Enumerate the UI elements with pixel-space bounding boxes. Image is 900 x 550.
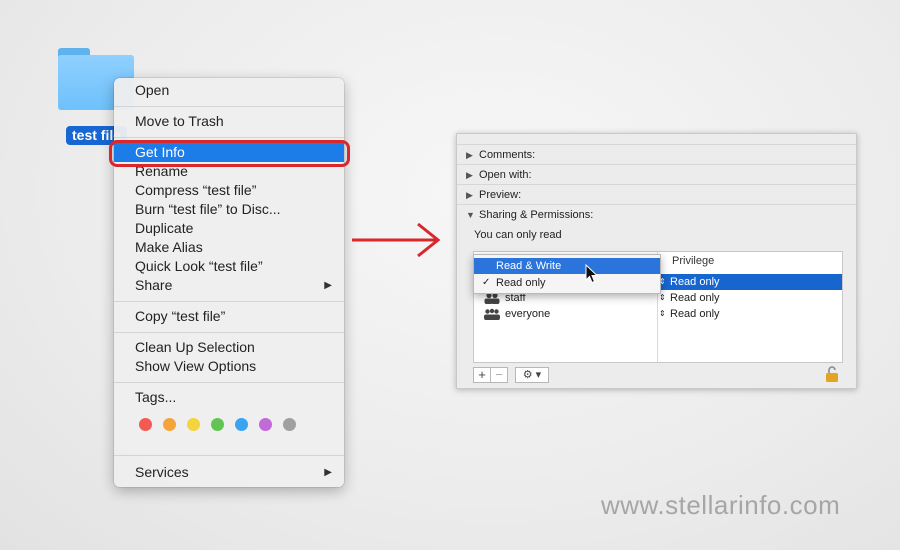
action-gear-button[interactable]: ⚙ ▾ <box>515 367 549 383</box>
tag-color-dot[interactable] <box>163 418 176 431</box>
menu-item-make-alias[interactable]: Make Alias <box>114 238 344 257</box>
menu-item-move-to-trash[interactable]: Move to Trash <box>114 112 344 131</box>
annotation-highlight-ring <box>109 140 350 167</box>
menu-item-quick-look[interactable]: Quick Look “test file” <box>114 257 344 276</box>
menu-separator <box>114 301 344 302</box>
tag-color-dot[interactable] <box>235 418 248 431</box>
popup-item-label: Read only <box>496 277 546 289</box>
menu-separator <box>114 332 344 333</box>
disclosure-triangle-icon[interactable]: ▶ <box>466 185 473 205</box>
watermark-text: www.stellarinfo.com <box>601 490 841 520</box>
checkmark-icon: ✓ <box>482 277 491 288</box>
privilege-value: Read only <box>670 276 720 288</box>
menu-item-clean-up[interactable]: Clean Up Selection <box>114 338 344 357</box>
privilege-value: Read only <box>670 308 720 320</box>
disclosure-triangle-icon[interactable]: ▶ <box>466 145 473 165</box>
popup-item-read-write[interactable]: Read & Write <box>474 258 660 274</box>
menu-item-services[interactable]: Services ▶ <box>114 463 344 482</box>
name-cell: everyone <box>505 308 551 320</box>
menu-separator <box>114 455 344 456</box>
menu-separator <box>114 137 344 138</box>
section-label: Preview: <box>479 189 522 201</box>
red-arrow-icon <box>352 222 441 258</box>
section-open-with[interactable]: ▶ Open with: <box>457 164 856 184</box>
privilege-cell[interactable]: ⇕ Read only <box>658 274 842 290</box>
add-user-button[interactable]: + <box>473 367 491 383</box>
privilege-popup-menu: Read & Write ✓ Read only <box>473 254 661 294</box>
menu-separator <box>114 106 344 107</box>
menu-item-label: Share <box>135 277 173 293</box>
disclosure-triangle-open-icon[interactable]: ▼ <box>466 205 475 225</box>
section-preview[interactable]: ▶ Preview: <box>457 184 856 204</box>
menu-separator <box>114 382 344 383</box>
tag-color-dot[interactable] <box>139 418 152 431</box>
remove-user-button[interactable]: − <box>490 367 508 383</box>
disclosure-triangle-icon[interactable]: ▶ <box>466 165 473 185</box>
menu-item-copy[interactable]: Copy “test file” <box>114 307 344 326</box>
menu-item-label: Services <box>135 464 189 480</box>
permission-note: You can only read <box>474 229 562 241</box>
privilege-cell[interactable]: ⇕ Read only <box>658 306 842 322</box>
section-label: Sharing & Permissions: <box>479 209 594 221</box>
get-info-panel: ▶ Comments: ▶ Open with: ▶ Preview: ▼ Sh… <box>456 133 857 389</box>
section-label: Open with: <box>479 169 532 181</box>
popup-item-read-only[interactable]: ✓ Read only <box>474 275 660 291</box>
tag-color-dot[interactable] <box>211 418 224 431</box>
section-label: Comments: <box>479 149 536 161</box>
tag-color-dot[interactable] <box>283 418 296 431</box>
privilege-column-header: Privilege <box>672 255 715 267</box>
menu-item-burn[interactable]: Burn “test file” to Disc... <box>114 200 344 219</box>
lock-icon[interactable] <box>825 365 839 383</box>
tag-color-dot[interactable] <box>259 418 272 431</box>
submenu-arrow-icon: ▶ <box>324 467 332 478</box>
submenu-arrow-icon: ▶ <box>324 280 332 291</box>
section-comments[interactable]: ▶ Comments: <box>457 144 856 164</box>
menu-item-open[interactable]: Open <box>114 81 344 100</box>
privilege-cell[interactable]: ⇕ Read only <box>658 290 842 306</box>
menu-item-tags[interactable]: Tags... <box>114 388 344 407</box>
mouse-pointer-icon <box>585 264 599 284</box>
table-row[interactable]: everyone ⇕ Read only <box>474 306 842 322</box>
section-sharing[interactable]: ▼ Sharing & Permissions: <box>457 204 856 224</box>
menu-item-duplicate[interactable]: Duplicate <box>114 219 344 238</box>
menu-item-share[interactable]: Share ▶ <box>114 276 344 295</box>
tag-color-dot[interactable] <box>187 418 200 431</box>
menu-item-compress[interactable]: Compress “test file” <box>114 181 344 200</box>
menu-item-show-view-options[interactable]: Show View Options <box>114 357 344 376</box>
stepper-icon: ⇕ <box>659 309 666 318</box>
privilege-value: Read only <box>670 292 720 304</box>
